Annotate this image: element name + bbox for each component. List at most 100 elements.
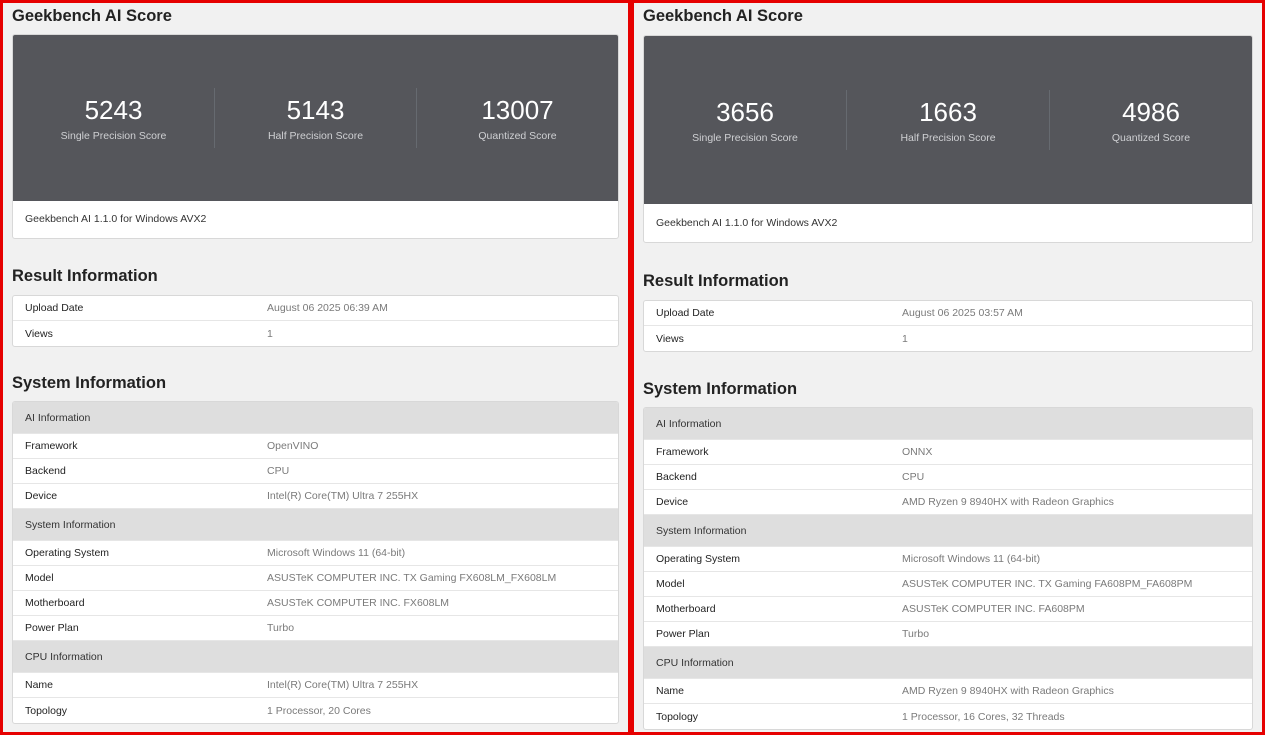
left-result-panel: Geekbench AI Score 5243 Single Precision… — [0, 0, 631, 735]
system-information-title: System Information — [12, 374, 167, 392]
row-value: CPU — [267, 465, 290, 477]
row-value: Turbo — [267, 622, 295, 634]
row-value: Intel(R) Core(TM) Ultra 7 255HX — [267, 679, 419, 691]
table-row: Name Intel(R) Core(TM) Ultra 7 255HX — [13, 673, 618, 698]
row-key: Framework — [25, 440, 78, 452]
table-row: Model ASUSTeK COMPUTER INC. TX Gaming FA6… — [644, 572, 1252, 597]
right-result-panel: Geekbench AI Score 3656 Single Precision… — [631, 0, 1265, 735]
row-value: Microsoft Windows 11 (64-bit) — [902, 553, 1041, 565]
row-value: Intel(R) Core(TM) Ultra 7 255HX — [267, 490, 419, 502]
row-key: Views — [25, 327, 53, 340]
row-value: AMD Ryzen 9 8940HX with Radeon Graphics — [902, 685, 1114, 697]
row-key: Model — [656, 578, 685, 590]
table-row: Model ASUSTeK COMPUTER INC. TX Gaming FX6… — [13, 566, 618, 591]
table-section-header: System Information — [13, 509, 618, 541]
score-panel: 5243 Single Precision Score 5143 Half Pr… — [13, 35, 618, 201]
version-label: Geekbench AI 1.1.0 for Windows AVX2 — [656, 217, 838, 229]
section-header-label: CPU Information — [656, 656, 734, 669]
table-row: Backend CPU — [644, 465, 1252, 490]
result-information-title: Result Information — [643, 272, 789, 290]
system-information-table: AI Information Framework ONNX Backend CPU Dev… — [643, 407, 1253, 730]
row-value: 1 — [267, 327, 273, 340]
score-label: Half Precision Score — [900, 131, 996, 144]
table-row: Upload Date August 06 2025 06:39 AM — [13, 296, 618, 321]
score-value: 3656 — [716, 96, 774, 127]
result-information-table: Upload Date August 06 2025 03:57 AM Views 1 — [643, 300, 1253, 352]
table-row: Motherboard ASUSTeK COMPUTER INC. FA608PM — [644, 597, 1252, 622]
row-value: ASUSTeK COMPUTER INC. TX Gaming FA608PM_… — [902, 578, 1193, 590]
table-section-header: CPU Information — [13, 641, 618, 673]
row-value: AMD Ryzen 9 8940HX with Radeon Graphics — [902, 496, 1114, 508]
score-label: Half Precision Score — [267, 129, 364, 142]
row-key: Model — [25, 572, 54, 584]
row-key: Motherboard — [25, 597, 85, 609]
table-row: Power Plan Turbo — [644, 622, 1252, 647]
row-value: 1 Processor, 16 Cores, 32 Threads — [902, 710, 1065, 723]
table-row: Topology 1 Processor, 20 Cores — [13, 698, 618, 723]
row-key: Motherboard — [656, 603, 716, 615]
score-value: 1663 — [919, 96, 977, 127]
table-section-header: CPU Information — [644, 647, 1252, 679]
section-header-label: AI Information — [25, 411, 91, 424]
score-label: Quantized Score — [1111, 131, 1191, 144]
score-label: Quantized Score — [478, 129, 557, 142]
row-value: Turbo — [902, 628, 930, 640]
row-value: August 06 2025 06:39 AM — [267, 302, 388, 314]
table-row: Device AMD Ryzen 9 8940HX with Radeon Gra… — [644, 490, 1252, 515]
system-information-table: AI Information Framework OpenVINO Backend CP… — [12, 401, 619, 724]
table-section-header: System Information — [644, 515, 1252, 547]
row-key: Operating System — [25, 547, 110, 559]
row-value: ASUSTeK COMPUTER INC. TX Gaming FX608LM_… — [267, 572, 557, 584]
section-header-label: CPU Information — [25, 650, 103, 663]
row-key: Backend — [25, 465, 66, 477]
row-key: Upload Date — [25, 302, 84, 314]
table-row: Motherboard ASUSTeK COMPUTER INC. FX608LM — [13, 591, 618, 616]
row-key: Device — [25, 490, 58, 502]
score-value: 13007 — [481, 94, 554, 125]
single-precision-score: 5243 Single Precision Score — [13, 88, 214, 148]
table-row: Operating System Microsoft Windows 11 (64… — [644, 547, 1252, 572]
table-row: Views 1 — [13, 321, 618, 346]
row-key: Upload Date — [656, 307, 715, 319]
row-value: Microsoft Windows 11 (64-bit) — [267, 547, 406, 559]
section-header-label: System Information — [25, 518, 116, 531]
score-label: Single Precision Score — [692, 131, 798, 144]
table-row: Name AMD Ryzen 9 8940HX with Radeon Graph… — [644, 679, 1252, 704]
row-key: Power Plan — [656, 628, 710, 640]
half-precision-score: 5143 Half Precision Score — [214, 88, 416, 148]
score-value: 4986 — [1122, 96, 1180, 127]
score-panel: 3656 Single Precision Score 1663 Half Pr… — [644, 36, 1252, 204]
row-value: ONNX — [902, 446, 933, 458]
table-row: Upload Date August 06 2025 03:57 AM — [644, 301, 1252, 326]
table-row: Backend CPU — [13, 459, 618, 484]
score-title: Geekbench AI Score — [643, 7, 803, 25]
row-key: Name — [25, 679, 54, 691]
score-label: Single Precision Score — [60, 129, 167, 142]
row-value: ASUSTeK COMPUTER INC. FX608LM — [267, 597, 450, 609]
table-section-header: AI Information — [13, 402, 618, 434]
score-card: 3656 Single Precision Score 1663 Half Pr… — [643, 35, 1253, 243]
row-value: August 06 2025 03:57 AM — [902, 307, 1023, 319]
row-key: Device — [656, 496, 689, 508]
table-section-header: AI Information — [644, 408, 1252, 440]
table-row: Power Plan Turbo — [13, 616, 618, 641]
table-row: Operating System Microsoft Windows 11 (64… — [13, 541, 618, 566]
section-header-label: System Information — [656, 524, 747, 537]
row-key: Name — [656, 685, 685, 697]
row-value: CPU — [902, 471, 925, 483]
score-value: 5243 — [84, 94, 143, 125]
version-label: Geekbench AI 1.1.0 for Windows AVX2 — [25, 213, 207, 225]
system-information-title: System Information — [643, 380, 798, 398]
row-key: Operating System — [656, 553, 741, 565]
table-row: Framework ONNX — [644, 440, 1252, 465]
half-precision-score: 1663 Half Precision Score — [846, 90, 1049, 150]
score-title: Geekbench AI Score — [12, 7, 172, 25]
row-key: Views — [656, 332, 684, 345]
score-value: 5143 — [286, 94, 345, 125]
table-row: Framework OpenVINO — [13, 434, 618, 459]
result-information-table: Upload Date August 06 2025 06:39 AM Views 1 — [12, 295, 619, 347]
row-key: Topology — [25, 704, 68, 717]
quantized-score: 4986 Quantized Score — [1049, 90, 1252, 150]
row-value: 1 — [902, 332, 908, 345]
row-value: 1 Processor, 20 Cores — [267, 704, 371, 717]
